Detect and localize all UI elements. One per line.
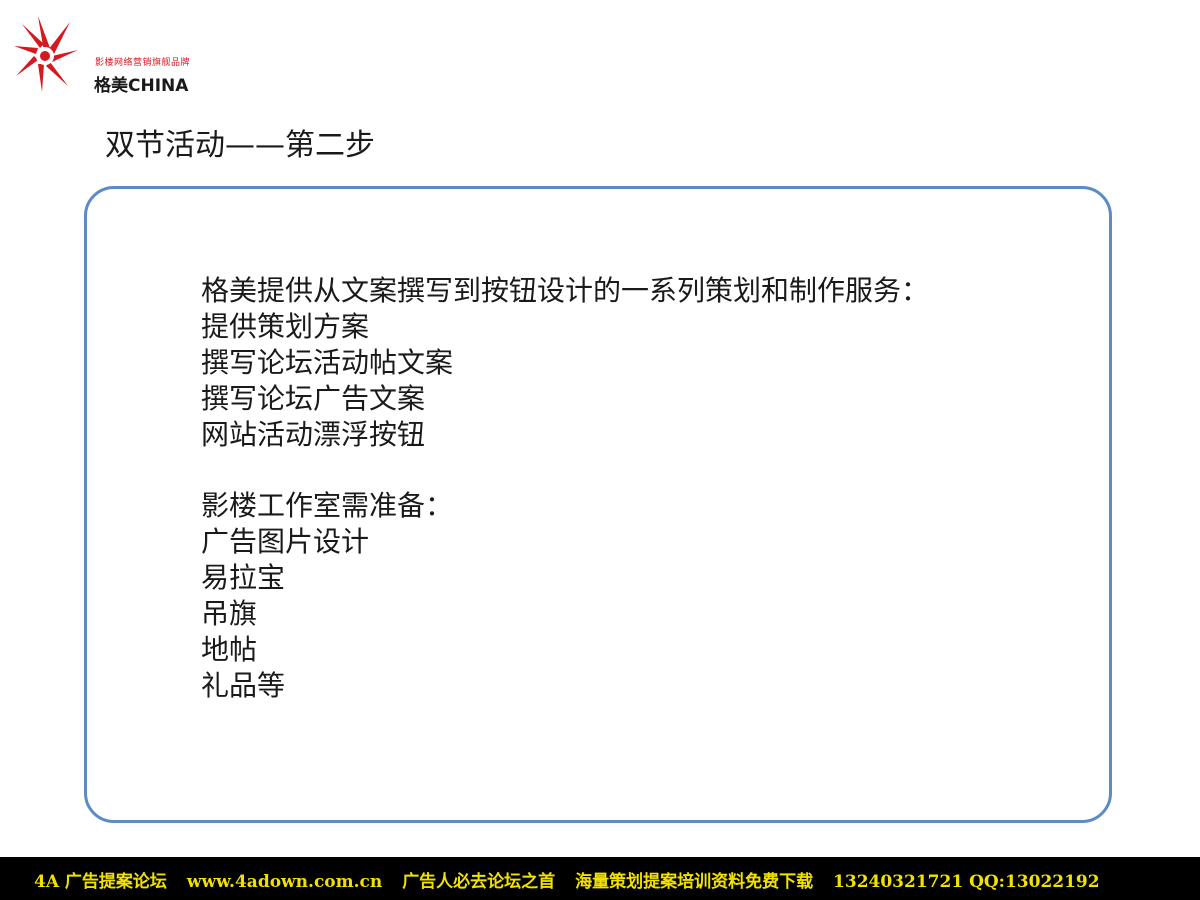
brand-tagline: 影楼网络营销旗舰品牌 (95, 58, 191, 68)
section-heading-preparation: 影楼工作室需准备： (201, 489, 454, 522)
content-text: 格美提供从文案撰写到按钮设计的一系列策划和制作服务： 提供策划方案 撰写论坛活动… (201, 273, 929, 704)
service-item: 撰写论坛活动帖文案 (201, 346, 454, 379)
footer-promo: 海量策划提案培训资料免费下载 (575, 872, 814, 892)
section-heading-services: 格美提供从文案撰写到按钮设计的一系列策划和制作服务： (201, 274, 930, 307)
service-item: 撰写论坛广告文案 (201, 382, 426, 415)
brand-logo: 影楼网络营销旗舰品牌 格美CHINA (14, 14, 214, 96)
service-item: 网站活动漂浮按钮 (201, 418, 426, 451)
preparation-item: 礼品等 (201, 669, 286, 702)
preparation-item: 吊旗 (201, 597, 258, 630)
preparation-item: 易拉宝 (201, 561, 286, 594)
footer-url-link[interactable]: www.4adown.com.cn (187, 872, 382, 892)
content-box: 格美提供从文案撰写到按钮设计的一系列策划和制作服务： 提供策划方案 撰写论坛活动… (84, 186, 1112, 823)
footer-slogan: 广告人必去论坛之首 (402, 872, 556, 892)
preparation-item: 广告图片设计 (201, 525, 370, 558)
footer-text: 4A 广告提案论坛 www.4adown.com.cn 广告人必去论坛之首 海量… (34, 867, 1100, 892)
footer-contact: 13240321721 QQ:13022192 (833, 872, 1100, 892)
preparation-item: 地帖 (201, 633, 258, 666)
sunburst-logo-icon (14, 16, 78, 92)
footer-banner: 4A 广告提案论坛 www.4adown.com.cn 广告人必去论坛之首 海量… (0, 857, 1200, 900)
service-item: 提供策划方案 (201, 310, 370, 343)
slide-title: 双节活动——第二步 (105, 128, 375, 163)
brand-name: 格美CHINA (94, 76, 189, 96)
footer-forum-name: 4A 广告提案论坛 (34, 872, 167, 892)
